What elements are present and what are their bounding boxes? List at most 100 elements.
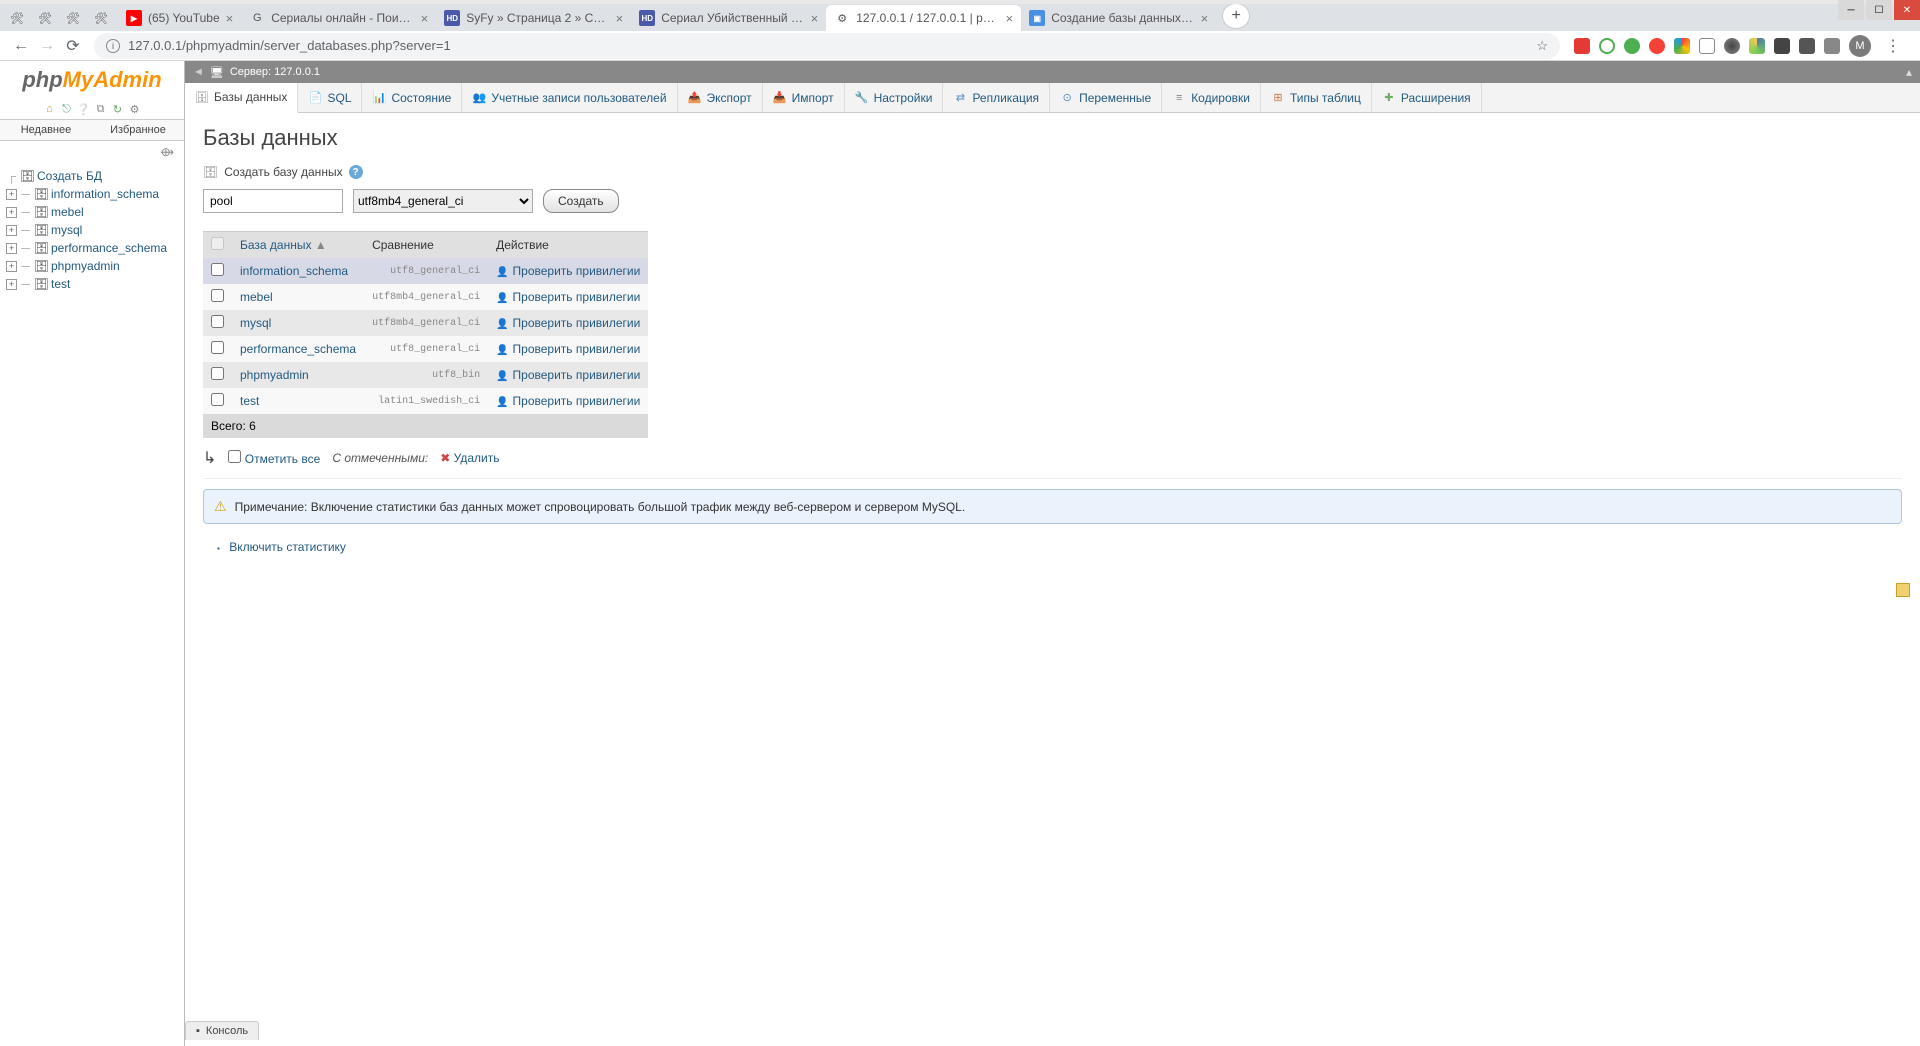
row-checkbox[interactable] — [211, 263, 224, 276]
expand-icon[interactable]: + — [6, 243, 17, 254]
tab-close-icon[interactable]: × — [616, 11, 624, 26]
db-name-input[interactable] — [203, 189, 343, 213]
db-tree-label[interactable]: mysql — [51, 223, 82, 237]
db-name-cell[interactable]: mysql — [232, 310, 364, 336]
db-tree-node[interactable]: +─🗄test — [6, 275, 178, 293]
privileges-link[interactable]: 👤Проверить привилегии — [488, 336, 648, 362]
phpmyadmin-logo[interactable]: phpMyAdmin — [0, 61, 184, 99]
expand-icon[interactable]: + — [6, 189, 17, 200]
browser-tab[interactable]: 🛠 — [62, 5, 90, 31]
ext-puzzle-icon[interactable] — [1799, 38, 1815, 54]
ext-icon[interactable] — [1774, 38, 1790, 54]
delete-selected[interactable]: ✖ Удалить — [440, 451, 499, 465]
create-button[interactable]: Создать — [543, 189, 619, 213]
main-tab[interactable]: 📤Экспорт — [678, 83, 763, 112]
nav-reload-button[interactable]: ⟳ — [60, 33, 86, 59]
reload-icon[interactable]: ↻ — [111, 102, 125, 116]
sidebar-tab-recent[interactable]: Недавнее — [0, 120, 92, 140]
privileges-link[interactable]: 👤Проверить привилегии — [488, 284, 648, 310]
sql-icon[interactable]: ⧉ — [94, 102, 108, 116]
db-name-cell[interactable]: phpmyadmin — [232, 362, 364, 388]
docs-icon[interactable]: ❔ — [77, 102, 91, 116]
window-minimize-button[interactable]: ─ — [1838, 0, 1864, 20]
collapse-panel-icon[interactable]: ▴ — [1906, 65, 1912, 79]
db-tree-label[interactable]: mebel — [51, 205, 84, 219]
main-tab[interactable]: ✚Расширения — [1372, 83, 1482, 112]
ext-icon[interactable] — [1824, 38, 1840, 54]
ext-icon[interactable] — [1649, 38, 1665, 54]
check-all-checkbox[interactable] — [228, 450, 241, 463]
tab-close-icon[interactable]: × — [226, 11, 234, 26]
address-bar[interactable]: i 127.0.0.1/phpmyadmin/server_databases.… — [94, 33, 1560, 59]
privileges-link[interactable]: 👤Проверить привилегии — [488, 388, 648, 414]
db-tree-node[interactable]: +─🗄phpmyadmin — [6, 257, 178, 275]
db-tree-node[interactable]: +─🗄mysql — [6, 221, 178, 239]
db-tree-label[interactable]: test — [51, 277, 70, 291]
select-all-checkbox[interactable] — [211, 237, 224, 250]
ext-icon[interactable] — [1624, 38, 1640, 54]
home-icon[interactable]: ⌂ — [43, 102, 57, 116]
tab-close-icon[interactable]: × — [1006, 11, 1014, 26]
main-tab[interactable]: 🗄Базы данных — [185, 83, 298, 113]
sidebar-tab-favorites[interactable]: Избранное — [92, 120, 184, 140]
main-tab[interactable]: 📄SQL — [298, 83, 362, 112]
browser-tab[interactable]: HDSyFy » Страница 2 » Сериалы о× — [436, 5, 631, 31]
window-close-button[interactable]: ✕ — [1894, 0, 1920, 20]
nav-left-icon[interactable]: ◄ — [193, 66, 204, 78]
enable-statistics-link[interactable]: Включить статистику — [229, 540, 346, 554]
ext-icon[interactable] — [1724, 38, 1740, 54]
col-collation[interactable]: Сравнение — [364, 232, 488, 259]
create-db-node[interactable]: ┌🗄 Создать БД — [6, 167, 178, 185]
ext-icon[interactable] — [1574, 38, 1590, 54]
browser-tab[interactable]: 🛠 — [34, 5, 62, 31]
browser-tab[interactable]: ▶(65) YouTube× — [118, 5, 241, 31]
privileges-link[interactable]: 👤Проверить привилегии — [488, 310, 648, 336]
logout-icon[interactable]: ⎋ — [60, 102, 74, 116]
privileges-link[interactable]: 👤Проверить привилегии — [488, 258, 648, 284]
site-info-icon[interactable]: i — [106, 39, 120, 53]
db-name-cell[interactable]: mebel — [232, 284, 364, 310]
main-tab[interactable]: ⇄Репликация — [943, 83, 1050, 112]
console-toggle[interactable]: ▪ Консоль — [185, 1021, 259, 1040]
bookmark-star-icon[interactable]: ☆ — [1536, 38, 1548, 54]
db-name-cell[interactable]: performance_schema — [232, 336, 364, 362]
db-tree-label[interactable]: information_schema — [51, 187, 159, 201]
main-tab[interactable]: ⊞Типы таблиц — [1261, 83, 1372, 112]
main-tab[interactable]: 👥Учетные записи пользователей — [462, 83, 677, 112]
check-all[interactable]: Отметить все — [228, 450, 320, 466]
help-icon[interactable]: ? — [349, 165, 363, 179]
db-tree-label[interactable]: performance_schema — [51, 241, 167, 255]
nav-back-button[interactable]: ← — [8, 33, 34, 59]
browser-tab[interactable]: 🛠 — [90, 5, 118, 31]
window-maximize-button[interactable]: ☐ — [1866, 0, 1892, 20]
col-database[interactable]: База данных ▲ — [232, 232, 364, 259]
profile-avatar[interactable]: M — [1849, 35, 1871, 57]
server-label[interactable]: Сервер: 127.0.0.1 — [230, 66, 320, 78]
db-tree-node[interactable]: +─🗄information_schema — [6, 185, 178, 203]
main-tab[interactable]: 📥Импорт — [763, 83, 845, 112]
browser-tab[interactable]: ▣Создание базы данных в PHPM× — [1021, 5, 1216, 31]
ext-icon[interactable] — [1749, 38, 1765, 54]
bookmark-page-icon[interactable] — [1896, 583, 1910, 597]
row-checkbox[interactable] — [211, 367, 224, 380]
main-tab[interactable]: ≡Кодировки — [1162, 83, 1261, 112]
collapse-icon[interactable]: ⟴ — [0, 141, 184, 163]
ext-icon[interactable] — [1599, 38, 1615, 54]
browser-tab[interactable]: 🛠 — [6, 5, 34, 31]
main-tab[interactable]: ⊙Переменные — [1050, 83, 1162, 112]
db-tree-node[interactable]: +─🗄mebel — [6, 203, 178, 221]
db-name-cell[interactable]: information_schema — [232, 258, 364, 284]
expand-icon[interactable]: + — [6, 261, 17, 272]
tab-close-icon[interactable]: × — [811, 11, 819, 26]
browser-tab[interactable]: GСериалы онлайн - Поиск в Goo× — [241, 5, 436, 31]
expand-icon[interactable]: + — [6, 225, 17, 236]
db-tree-node[interactable]: +─🗄performance_schema — [6, 239, 178, 257]
browser-tab[interactable]: ⚙127.0.0.1 / 127.0.0.1 | phpMyAdm× — [826, 5, 1021, 31]
expand-icon[interactable]: + — [6, 279, 17, 290]
tab-close-icon[interactable]: × — [421, 11, 429, 26]
row-checkbox[interactable] — [211, 315, 224, 328]
row-checkbox[interactable] — [211, 393, 224, 406]
new-tab-button[interactable]: + — [1222, 3, 1250, 29]
row-checkbox[interactable] — [211, 289, 224, 302]
collation-select[interactable]: utf8mb4_general_ci — [353, 189, 533, 213]
